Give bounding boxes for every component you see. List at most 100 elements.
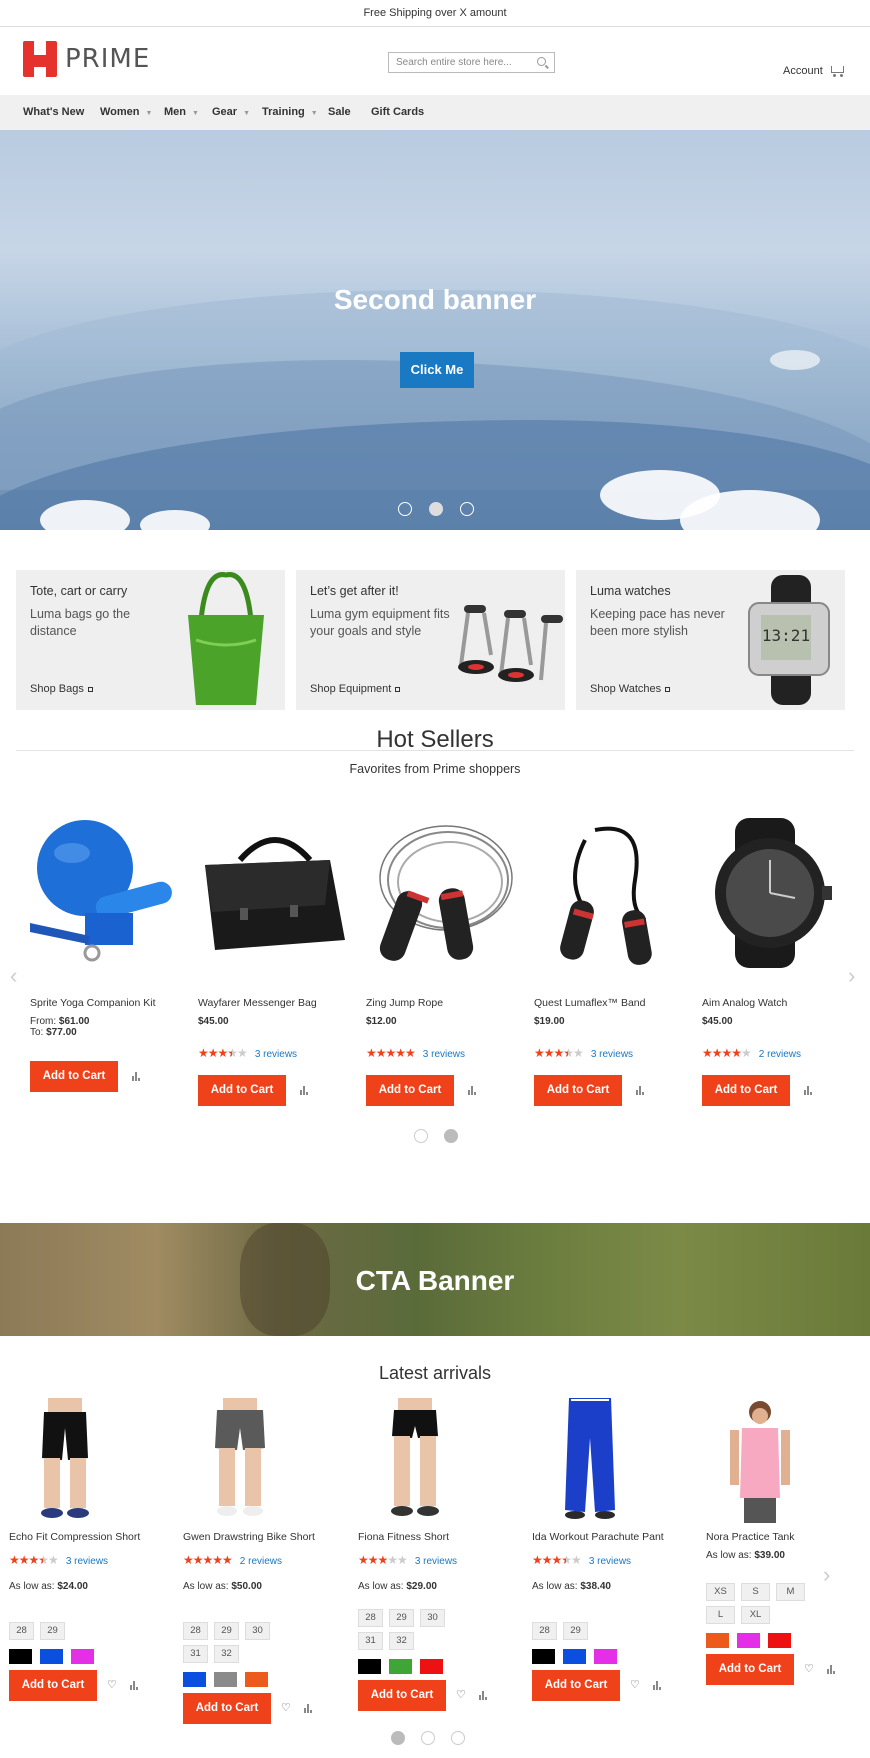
hero-dot-3[interactable] <box>460 502 474 516</box>
color-swatch[interactable] <box>389 1659 412 1674</box>
latest-next-arrow[interactable]: › <box>823 1562 830 1588</box>
add-to-cart-button[interactable]: Add to Cart <box>702 1075 790 1106</box>
latest-dot-2[interactable] <box>421 1731 435 1745</box>
wishlist-heart-icon[interactable]: ♡ <box>630 1678 640 1691</box>
hero-cta-button[interactable]: Click Me <box>400 352 474 388</box>
add-to-cart-button[interactable]: Add to Cart <box>9 1670 97 1701</box>
product-card[interactable]: Echo Fit Compression Short ★★★★★ 3 reviews… <box>9 1530 149 1592</box>
size-option-28[interactable]: 28 <box>9 1622 34 1640</box>
compare-icon[interactable] <box>827 1665 835 1674</box>
product-card[interactable]: Gwen Drawstring Bike Short ★★★★★ 2 reviews… <box>183 1530 323 1592</box>
promo-watches[interactable]: Luma watches Keeping pace has never been… <box>576 570 845 710</box>
size-option-29[interactable]: 29 <box>389 1609 414 1627</box>
nav-item-women[interactable]: Women ▼ <box>100 95 152 131</box>
color-swatch[interactable] <box>706 1633 729 1648</box>
add-to-cart-button[interactable]: Add to Cart <box>706 1654 794 1685</box>
product-card[interactable]: Wayfarer Messenger Bag $45.00 ★★★★★ 3 revie… <box>198 996 358 1062</box>
size-option-31[interactable]: 31 <box>358 1632 383 1650</box>
product-card[interactable]: Aim Analog Watch $45.00 ★★★★★ 2 reviews <box>702 996 862 1062</box>
size-option-32[interactable]: 32 <box>389 1632 414 1650</box>
size-option-32[interactable]: 32 <box>214 1645 239 1663</box>
product-name[interactable]: Ida Workout Parachute Pant <box>532 1530 672 1544</box>
shop-watches-link[interactable]: Shop Watches <box>590 683 671 695</box>
latest-dot-1[interactable] <box>391 1731 405 1745</box>
color-swatch[interactable] <box>768 1633 791 1648</box>
size-option-xl[interactable]: XL <box>741 1606 770 1624</box>
add-to-cart-button[interactable]: Add to Cart <box>183 1693 271 1724</box>
product-name[interactable]: Fiona Fitness Short <box>358 1530 498 1544</box>
add-to-cart-button[interactable]: Add to Cart <box>358 1680 446 1711</box>
reviews-link[interactable]: 3 reviews <box>415 1556 457 1567</box>
add-to-cart-button[interactable]: Add to Cart <box>532 1670 620 1701</box>
color-swatch[interactable] <box>358 1659 381 1674</box>
wishlist-heart-icon[interactable]: ♡ <box>456 1688 466 1701</box>
nav-item-training[interactable]: Training ▼ <box>262 95 318 131</box>
color-swatch[interactable] <box>9 1649 32 1664</box>
product-card[interactable]: Ida Workout Parachute Pant ★★★★★ 3 reviews… <box>532 1530 672 1592</box>
color-swatch[interactable] <box>532 1649 555 1664</box>
product-name[interactable]: Quest Lumaflex™ Band <box>534 996 694 1010</box>
size-option-31[interactable]: 31 <box>183 1645 208 1663</box>
compare-icon[interactable] <box>132 1072 140 1081</box>
search-icon[interactable] <box>537 57 546 66</box>
logo[interactable]: PRIME <box>23 41 150 77</box>
color-swatch[interactable] <box>214 1672 237 1687</box>
hot-sellers-prev-arrow[interactable]: ‹ <box>10 963 17 989</box>
hot-sellers-next-arrow[interactable]: › <box>848 963 855 989</box>
hero-banner[interactable]: Second banner Click Me <box>0 130 870 530</box>
reviews-link[interactable]: 3 reviews <box>589 1556 631 1567</box>
product-name[interactable]: Echo Fit Compression Short <box>9 1530 149 1544</box>
shop-bags-link[interactable]: Shop Bags <box>30 683 93 695</box>
size-option-28[interactable]: 28 <box>532 1622 557 1640</box>
wishlist-heart-icon[interactable]: ♡ <box>281 1701 291 1714</box>
wishlist-heart-icon[interactable]: ♡ <box>107 1678 117 1691</box>
hero-dot-1[interactable] <box>398 502 412 516</box>
product-name[interactable]: Sprite Yoga Companion Kit <box>30 996 190 1010</box>
hero-dot-2[interactable] <box>429 502 443 516</box>
color-swatch[interactable] <box>737 1633 760 1648</box>
nav-item-gift-cards[interactable]: Gift Cards <box>371 95 424 130</box>
compare-icon[interactable] <box>636 1086 644 1095</box>
product-card[interactable]: Quest Lumaflex™ Band $19.00 ★★★★★ 3 reviews <box>534 996 694 1062</box>
product-name[interactable]: Wayfarer Messenger Bag <box>198 996 358 1010</box>
compare-icon[interactable] <box>804 1086 812 1095</box>
size-option-29[interactable]: 29 <box>40 1622 65 1640</box>
add-to-cart-button[interactable]: Add to Cart <box>534 1075 622 1106</box>
reviews-link[interactable]: 3 reviews <box>423 1049 465 1060</box>
compare-icon[interactable] <box>468 1086 476 1095</box>
size-option-28[interactable]: 28 <box>358 1609 383 1627</box>
nav-item-men[interactable]: Men ▼ <box>164 95 199 131</box>
size-option-29[interactable]: 29 <box>563 1622 588 1640</box>
size-option-m[interactable]: M <box>776 1583 805 1601</box>
account-link[interactable]: Account <box>783 65 823 77</box>
shop-equipment-link[interactable]: Shop Equipment <box>310 683 401 695</box>
product-card[interactable]: Fiona Fitness Short ★★★★★ 3 reviews As low … <box>358 1530 498 1592</box>
add-to-cart-button[interactable]: Add to Cart <box>366 1075 454 1106</box>
product-card[interactable]: Nora Practice Tank As low as: $39.00 <box>706 1530 846 1561</box>
size-option-l[interactable]: L <box>706 1606 735 1624</box>
product-card[interactable]: Sprite Yoga Companion Kit From: $61.00 To:… <box>30 996 190 1038</box>
compare-icon[interactable] <box>300 1086 308 1095</box>
compare-icon[interactable] <box>653 1681 661 1690</box>
product-name[interactable]: Nora Practice Tank <box>706 1530 846 1544</box>
color-swatch[interactable] <box>594 1649 617 1664</box>
cart-icon[interactable] <box>829 64 845 77</box>
reviews-link[interactable]: 3 reviews <box>255 1049 297 1060</box>
promo-equipment[interactable]: Let’s get after it! Luma gym equipment f… <box>296 570 565 710</box>
color-swatch[interactable] <box>420 1659 443 1674</box>
size-option-29[interactable]: 29 <box>214 1622 239 1640</box>
product-name[interactable]: Zing Jump Rope <box>366 996 526 1010</box>
product-name[interactable]: Gwen Drawstring Bike Short <box>183 1530 323 1544</box>
size-option-xs[interactable]: XS <box>706 1583 735 1601</box>
wishlist-heart-icon[interactable]: ♡ <box>804 1662 814 1675</box>
reviews-link[interactable]: 2 reviews <box>759 1049 801 1060</box>
cta-banner[interactable]: CTA Banner <box>0 1223 870 1336</box>
add-to-cart-button[interactable]: Add to Cart <box>30 1061 118 1092</box>
product-card[interactable]: Zing Jump Rope $12.00 ★★★★★ 3 reviews <box>366 996 526 1062</box>
reviews-link[interactable]: 2 reviews <box>240 1556 282 1567</box>
color-swatch[interactable] <box>71 1649 94 1664</box>
size-option-30[interactable]: 30 <box>420 1609 445 1627</box>
compare-icon[interactable] <box>130 1681 138 1690</box>
nav-item-sale[interactable]: Sale <box>328 95 351 130</box>
size-option-30[interactable]: 30 <box>245 1622 270 1640</box>
